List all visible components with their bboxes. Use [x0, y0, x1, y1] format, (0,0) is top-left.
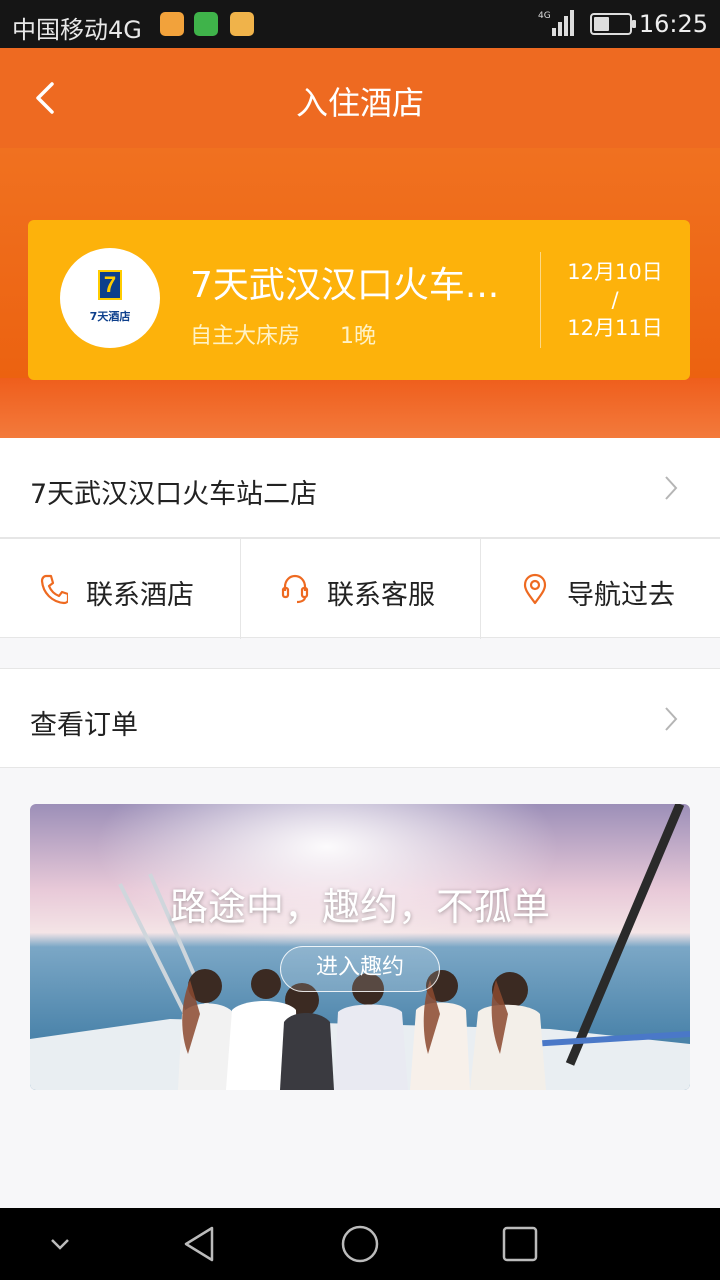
recent-apps-icon[interactable] — [500, 1224, 540, 1264]
card-divider — [540, 252, 541, 348]
date-separator: / — [611, 288, 619, 312]
carrier-label: 中国移动4G — [12, 16, 142, 44]
hotel-name: 7天武汉汉口火车... — [190, 265, 500, 306]
battery-icon — [590, 13, 636, 35]
hotel-full-name: 7天武汉汉口火车站二店 — [30, 479, 318, 510]
hotel-detail-row[interactable]: 7天武汉汉口火车站二店 — [0, 438, 720, 538]
view-order-row[interactable]: 查看订单 — [0, 668, 720, 768]
phone-icon — [40, 574, 68, 605]
contact-service-button[interactable]: 联系客服 — [240, 539, 480, 639]
wechat-icon — [194, 12, 218, 36]
hotel-logo: 7 7天酒店 — [60, 248, 160, 348]
promo-banner[interactable]: 路途中，趣约，不孤单 进入趣约 — [30, 804, 690, 1090]
navigate-label: 导航过去 — [567, 580, 675, 611]
chevron-right-icon — [665, 476, 678, 500]
stay-dates: 12月10日 / 12月11日 — [552, 258, 678, 342]
contact-hotel-label: 联系酒店 — [86, 580, 194, 611]
svg-text:4G: 4G — [538, 11, 551, 21]
status-bar: 中国移动4G 4G 16:25 — [0, 0, 720, 48]
page-title: 入住酒店 — [295, 84, 424, 122]
banner-headline: 路途中，趣约，不孤单 — [169, 885, 550, 929]
room-type: 自主大床房 — [190, 324, 301, 349]
hotel-logo-badge: 7 — [98, 270, 122, 300]
back-nav-icon[interactable] — [180, 1224, 220, 1264]
notification-app-icon — [230, 12, 254, 36]
hotel-card[interactable]: 7 7天酒店 7天武汉汉口火车... 自主大床房 1晚 12月10日 / 12月… — [28, 220, 690, 380]
nights-count: 1晚 — [340, 324, 376, 349]
app-header: 入住酒店 — [0, 48, 720, 148]
action-bar: 联系酒店 联系客服 导航过去 — [0, 538, 720, 639]
check-out-date: 12月11日 — [567, 316, 663, 340]
hero-section: 7 7天酒店 7天武汉汉口火车... 自主大床房 1晚 12月10日 / 12月… — [0, 148, 720, 438]
home-icon[interactable] — [340, 1224, 380, 1264]
signal-icon: 4G — [538, 10, 574, 36]
hotel-logo-text: 7天酒店 — [89, 310, 131, 323]
chevron-right-icon — [665, 707, 678, 731]
contact-service-label: 联系客服 — [327, 580, 435, 611]
check-in-date: 12月10日 — [567, 260, 663, 284]
system-nav-bar — [0, 1208, 720, 1280]
enter-quyue-button[interactable]: 进入趣约 — [280, 946, 440, 992]
headset-icon — [281, 574, 309, 604]
collapse-icon[interactable] — [40, 1224, 80, 1264]
contact-hotel-button[interactable]: 联系酒店 — [0, 539, 240, 639]
location-pin-icon — [523, 573, 547, 605]
notification-app-icon — [160, 12, 184, 36]
navigate-button[interactable]: 导航过去 — [480, 539, 720, 639]
clock: 16:25 — [638, 10, 708, 38]
hero-band — [0, 378, 720, 438]
view-order-label: 查看订单 — [30, 710, 138, 741]
